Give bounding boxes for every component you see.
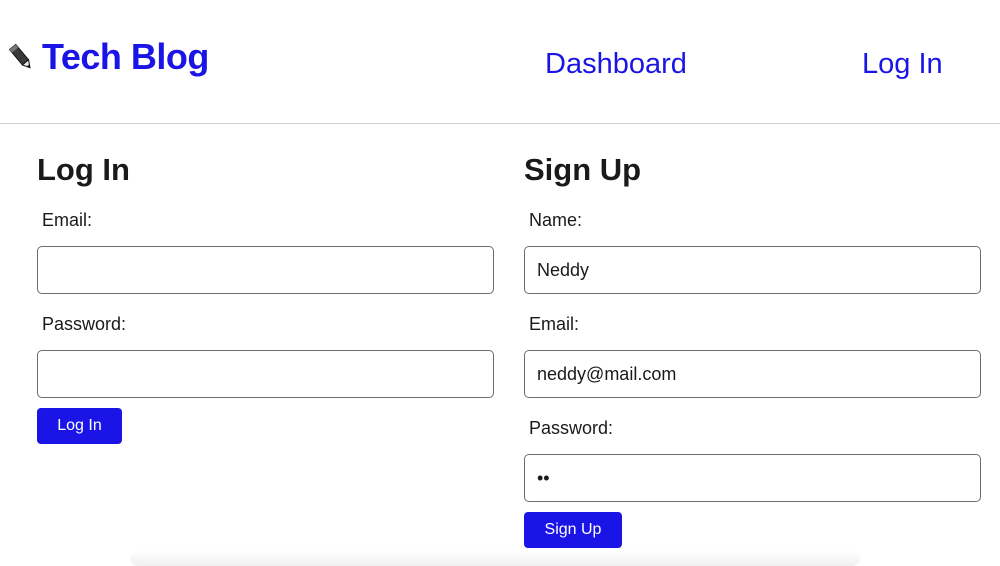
pencil-icon xyxy=(8,42,34,72)
login-password-field[interactable] xyxy=(37,350,494,398)
brand-title: Tech Blog xyxy=(42,36,209,77)
brand-link[interactable]: Tech Blog xyxy=(8,36,209,78)
login-email-label: Email: xyxy=(42,210,93,230)
signup-name-label: Name: xyxy=(529,210,583,230)
signup-password-label: Password: xyxy=(529,418,614,438)
signup-password-field[interactable] xyxy=(524,454,981,502)
login-button[interactable]: Log In xyxy=(37,408,122,444)
nav-dashboard-link[interactable]: Dashboard xyxy=(545,48,687,81)
nav-login-link[interactable]: Log In xyxy=(862,48,943,81)
signup-name-field[interactable] xyxy=(524,246,981,294)
signup-email-label: Email: xyxy=(529,314,580,334)
signup-email-field[interactable] xyxy=(524,350,981,398)
bottom-shadow xyxy=(130,550,860,566)
site-header: Tech Blog Dashboard Log In xyxy=(0,0,1000,124)
login-email-field[interactable] xyxy=(37,246,494,294)
signup-button[interactable]: Sign Up xyxy=(524,512,622,548)
login-password-label: Password: xyxy=(42,314,127,334)
login-title: Log In xyxy=(37,152,130,187)
signup-title: Sign Up xyxy=(524,152,642,187)
